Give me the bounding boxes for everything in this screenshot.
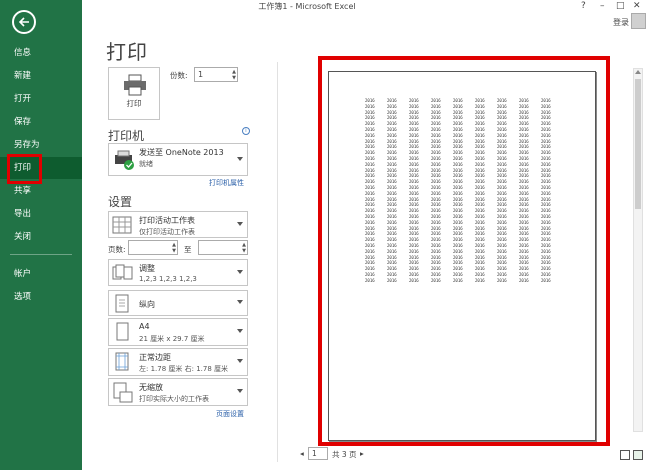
back-button[interactable] — [12, 10, 36, 34]
printer-dropdown[interactable]: 发送至 OneNote 2013 就绪 — [108, 143, 248, 176]
printer-ready-icon — [115, 150, 134, 170]
help-button[interactable]: ? — [581, 1, 586, 11]
paper-size-dropdown[interactable]: A4 21 厘米 x 29.7 厘米 — [108, 318, 248, 346]
collate-sub: 1,2,3 1,2,3 1,2,3 — [139, 275, 197, 283]
nav-export[interactable]: 导出 — [0, 203, 82, 225]
margins-sub: 左: 1.78 厘米 右: 1.78 厘米 — [139, 365, 229, 373]
minimize-button[interactable]: – — [600, 1, 605, 11]
annotation-highlight-print-nav — [7, 154, 42, 184]
page-setup-link[interactable]: 页面设置 — [216, 409, 244, 419]
window-title: 工作簿1 - Microsoft Excel — [258, 2, 356, 11]
scroll-up-icon[interactable] — [635, 70, 641, 74]
pages-label: 页数: — [108, 245, 126, 254]
chevron-down-icon — [237, 359, 243, 363]
collate-dropdown[interactable]: 调整 1,2,3 1,2,3 1,2,3 — [108, 259, 248, 286]
portrait-page-icon — [115, 294, 129, 313]
paper-main: A4 — [139, 322, 150, 331]
margins-dropdown[interactable]: 正常边距 左: 1.78 厘米 右: 1.78 厘米 — [108, 348, 248, 376]
scaling-100-icon — [113, 382, 133, 403]
spin-down-icon[interactable]: ▼ — [232, 75, 236, 81]
chevron-down-icon — [237, 156, 243, 161]
pages-from-input[interactable]: ▲ ▼ — [128, 240, 178, 255]
nav-open[interactable]: 打开 — [0, 88, 82, 110]
avatar[interactable] — [631, 13, 646, 29]
copies-label: 份数: — [170, 71, 188, 80]
sheet-grid-icon — [112, 216, 132, 234]
page-title: 打印 — [106, 40, 148, 64]
prev-page-button[interactable]: ◂ — [300, 449, 304, 458]
spin-down-icon[interactable]: ▼ — [242, 248, 246, 254]
nav-separator — [10, 254, 72, 255]
info-icon[interactable]: i — [242, 127, 250, 135]
printer-name: 发送至 OneNote 2013 — [139, 148, 224, 157]
printer-status: 就绪 — [139, 160, 153, 168]
orientation-main: 纵向 — [139, 300, 155, 309]
collate-icon — [112, 264, 133, 280]
margins-icon — [115, 352, 129, 371]
orientation-dropdown[interactable]: 纵向 — [108, 290, 248, 316]
scaling-dropdown[interactable]: 无缩放 打印实际大小的工作表 — [108, 378, 248, 406]
printer-section-title: 打印机 — [108, 129, 145, 143]
copies-input[interactable]: 1 ▲ ▼ — [194, 67, 238, 82]
login-link[interactable]: 登录 — [613, 17, 629, 28]
print-what-main: 打印活动工作表 — [139, 216, 195, 225]
print-button-label: 打印 — [126, 99, 142, 108]
nav-new[interactable]: 新建 — [0, 65, 82, 87]
nav-close[interactable]: 关闭 — [0, 226, 82, 248]
annotation-highlight-preview — [318, 56, 610, 446]
print-button[interactable]: 打印 — [108, 67, 160, 120]
chevron-down-icon — [237, 389, 243, 393]
printer-icon — [124, 74, 146, 96]
print-what-dropdown[interactable]: 打印活动工作表 仅打印活动工作表 — [108, 211, 248, 238]
to-label: 至 — [184, 245, 192, 254]
preview-scrollbar[interactable] — [633, 68, 643, 432]
next-page-button[interactable]: ▸ — [360, 449, 364, 458]
printer-properties-link[interactable]: 打印机属性 — [209, 178, 244, 188]
nav-save-as[interactable]: 另存为 — [0, 134, 82, 156]
chevron-down-icon — [237, 329, 243, 333]
total-pages-label: 共 3 页 — [332, 450, 357, 459]
scaling-main: 无缩放 — [139, 383, 163, 392]
restore-button[interactable]: □ — [616, 1, 625, 11]
paper-sub: 21 厘米 x 29.7 厘米 — [139, 335, 205, 343]
backstage-sidebar: 信息 新建 打开 保存 另存为 打印 共享 导出 关闭 帐户 选项 — [0, 0, 82, 470]
scaling-sub: 打印实际大小的工作表 — [139, 395, 209, 403]
spin-down-icon[interactable]: ▼ — [172, 248, 176, 254]
arrow-left-icon — [18, 17, 29, 27]
copies-value: 1 — [198, 70, 204, 79]
settings-section-title: 设置 — [108, 195, 133, 209]
nav-info[interactable]: 信息 — [0, 42, 82, 64]
nav-options[interactable]: 选项 — [0, 286, 82, 308]
chevron-down-icon — [237, 269, 243, 274]
show-margins-icon[interactable] — [620, 450, 630, 460]
nav-account[interactable]: 帐户 — [0, 263, 82, 285]
paper-size-icon — [116, 322, 129, 341]
current-page-input[interactable]: 1 — [308, 447, 328, 460]
margins-main: 正常边距 — [139, 353, 171, 362]
panel-divider — [277, 62, 278, 462]
collate-main: 调整 — [139, 264, 155, 273]
zoom-to-page-icon[interactable] — [633, 450, 643, 460]
scrollbar-thumb[interactable] — [635, 79, 641, 209]
pages-to-input[interactable]: ▲ ▼ — [198, 240, 248, 255]
nav-save[interactable]: 保存 — [0, 111, 82, 133]
chevron-down-icon — [237, 221, 243, 226]
chevron-down-icon — [237, 300, 243, 304]
print-what-sub: 仅打印活动工作表 — [139, 228, 195, 236]
close-button[interactable]: ✕ — [633, 1, 641, 11]
